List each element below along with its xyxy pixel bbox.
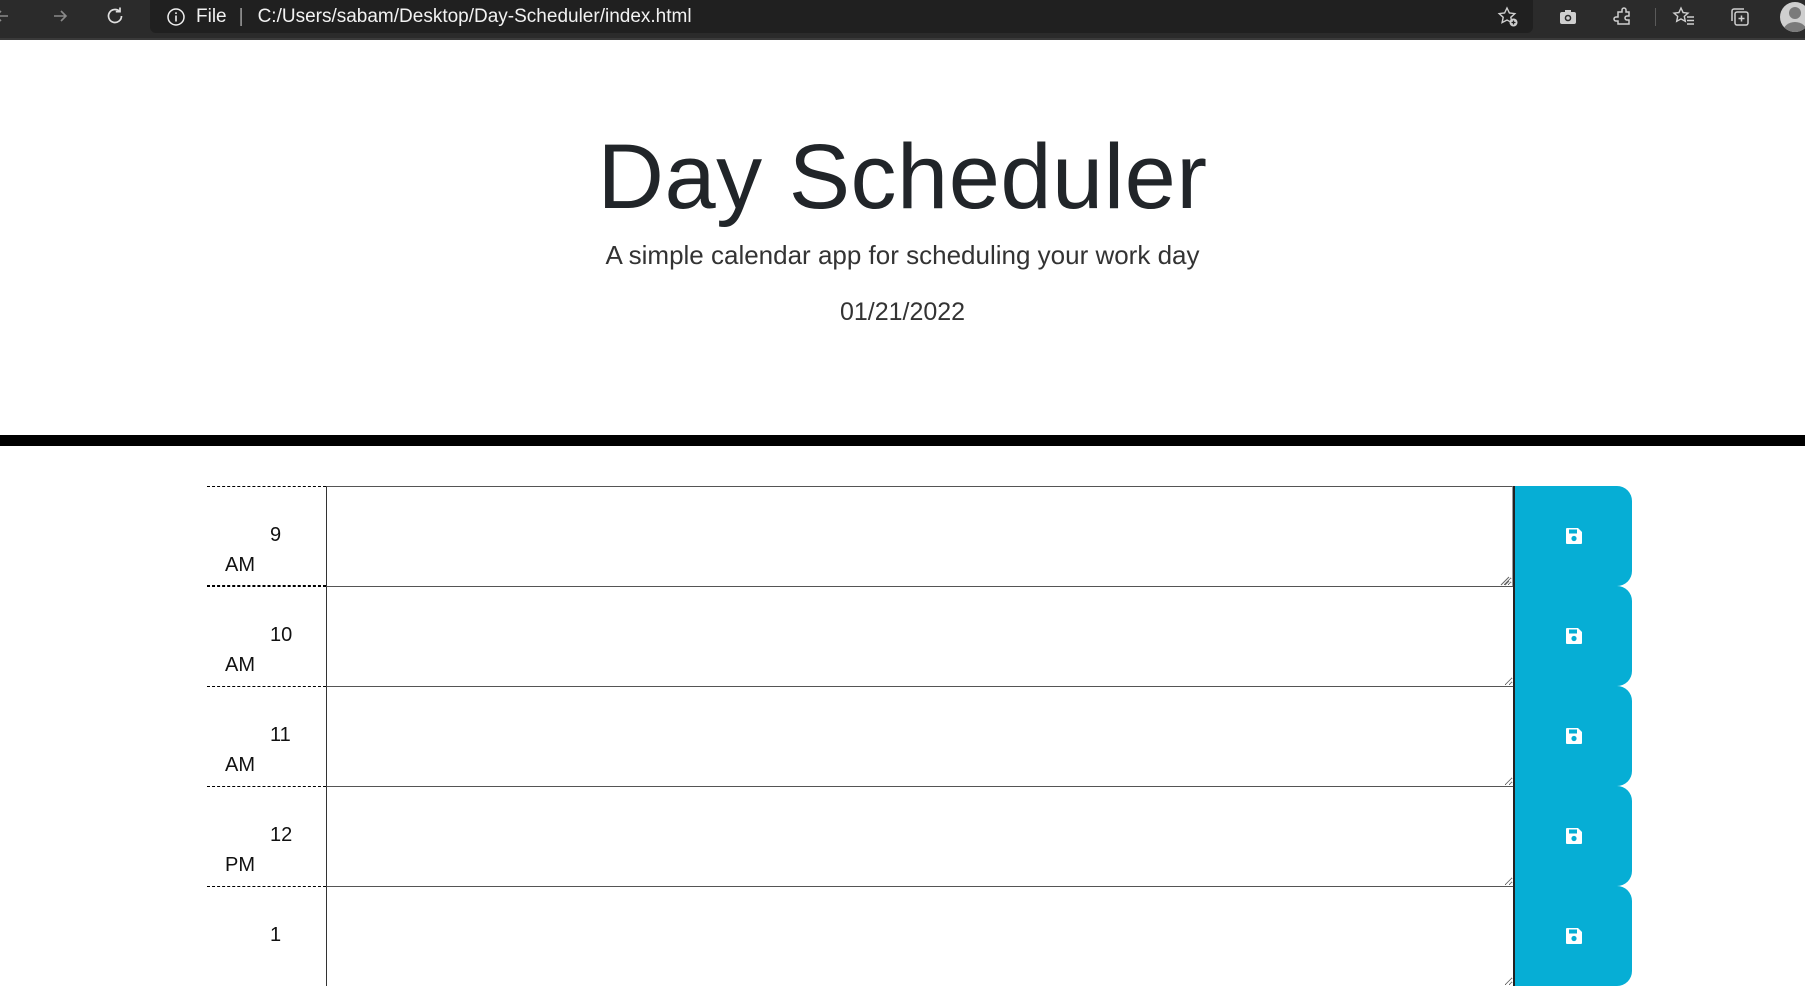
hour-period: PM	[225, 854, 255, 876]
save-button[interactable]	[1513, 686, 1632, 786]
hour-label: 10 AM	[207, 586, 326, 686]
user-icon	[1783, 7, 1805, 32]
save-button[interactable]	[1513, 586, 1632, 686]
event-description-input[interactable]	[326, 786, 1513, 886]
hour-number: 12	[270, 824, 293, 846]
save-icon	[1565, 528, 1582, 544]
arrow-left-icon	[0, 10, 8, 22]
current-date: 01/21/2022	[839, 298, 966, 326]
refresh-button[interactable]	[95, 0, 135, 32]
page-subtitle: A simple calendar app for scheduling you…	[605, 240, 1200, 270]
extensions-icon[interactable]	[1610, 4, 1636, 30]
hour-period: AM	[225, 554, 255, 576]
time-block-9am: 9 AM	[207, 486, 1632, 586]
address-separator: |	[238, 5, 244, 27]
save-button[interactable]	[1513, 486, 1632, 586]
hour-number: 10	[270, 624, 293, 646]
event-description-input[interactable]	[326, 486, 1513, 586]
refresh-icon	[107, 7, 123, 24]
add-favorite-icon[interactable]	[1497, 6, 1519, 34]
info-icon[interactable]	[166, 7, 186, 27]
time-block-11am: 11 AM	[207, 686, 1632, 786]
hour-label: 11 AM	[207, 686, 326, 786]
save-icon	[1565, 728, 1582, 744]
page-title: Day Scheduler	[597, 126, 1208, 228]
arrow-right-icon	[54, 10, 68, 22]
hour-number: 11	[270, 724, 291, 746]
back-button[interactable]	[0, 0, 22, 32]
favorites-icon[interactable]	[1671, 4, 1697, 30]
time-block-10am: 10 AM	[207, 586, 1632, 686]
time-block-1pm: 1	[207, 886, 1632, 986]
toolbar-divider	[1655, 8, 1656, 26]
event-description-input[interactable]	[326, 886, 1513, 986]
event-description-input[interactable]	[326, 586, 1513, 686]
hour-label: 12 PM	[207, 786, 326, 886]
url-text[interactable]: C:/Users/sabam/Desktop/Day-Scheduler/ind…	[258, 6, 692, 28]
hour-period: AM	[225, 654, 255, 676]
collections-icon[interactable]	[1727, 4, 1753, 30]
browser-toolbar: File | C:/Users/sabam/Desktop/Day-Schedu…	[0, 0, 1805, 40]
event-description-input[interactable]	[326, 686, 1513, 786]
save-icon	[1565, 628, 1582, 644]
hour-period: AM	[225, 754, 255, 776]
hour-label: 9 AM	[207, 486, 326, 586]
hour-number: 9	[270, 524, 282, 546]
profile-avatar[interactable]	[1780, 2, 1805, 32]
save-icon	[1565, 928, 1582, 944]
page-header: Day Scheduler A simple calendar app for …	[0, 40, 1805, 446]
save-button[interactable]	[1513, 786, 1632, 886]
hour-number: 1	[270, 924, 282, 946]
time-block-12pm: 12 PM	[207, 786, 1632, 886]
save-button[interactable]	[1513, 886, 1632, 986]
protocol-label: File	[196, 5, 227, 27]
forward-button[interactable]	[40, 0, 80, 32]
address-bar[interactable]: File | C:/Users/sabam/Desktop/Day-Schedu…	[150, 0, 1533, 33]
time-block-list: 9 AM 10 AM 11 AM 12 PM 1	[207, 486, 1632, 986]
save-icon	[1565, 828, 1582, 844]
hour-label: 1	[207, 886, 326, 986]
camera-icon[interactable]	[1555, 4, 1581, 30]
resize-grip-icon[interactable]	[1498, 574, 1510, 586]
